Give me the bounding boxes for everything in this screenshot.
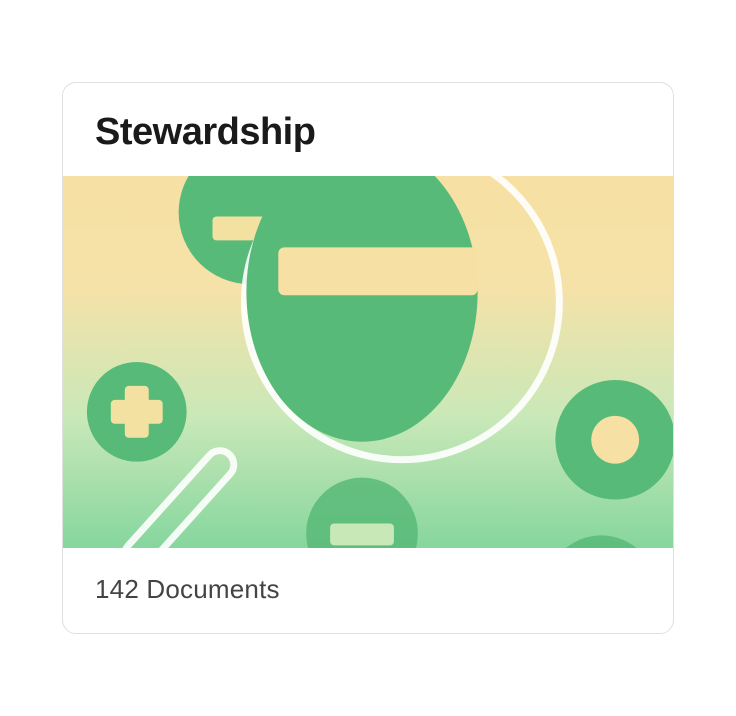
document-count: 142 Documents [95, 574, 641, 605]
card-header: Stewardship [63, 83, 673, 176]
donut-icon [555, 380, 673, 500]
card-title: Stewardship [95, 111, 641, 154]
category-card[interactable]: Stewardship [62, 82, 674, 634]
minus-circle-icon [306, 478, 418, 548]
illustration-svg [63, 176, 673, 548]
plus-circle-icon [87, 362, 187, 462]
card-illustration [63, 176, 673, 548]
plus-circle-icon [545, 535, 657, 548]
card-footer: 142 Documents [63, 548, 673, 633]
